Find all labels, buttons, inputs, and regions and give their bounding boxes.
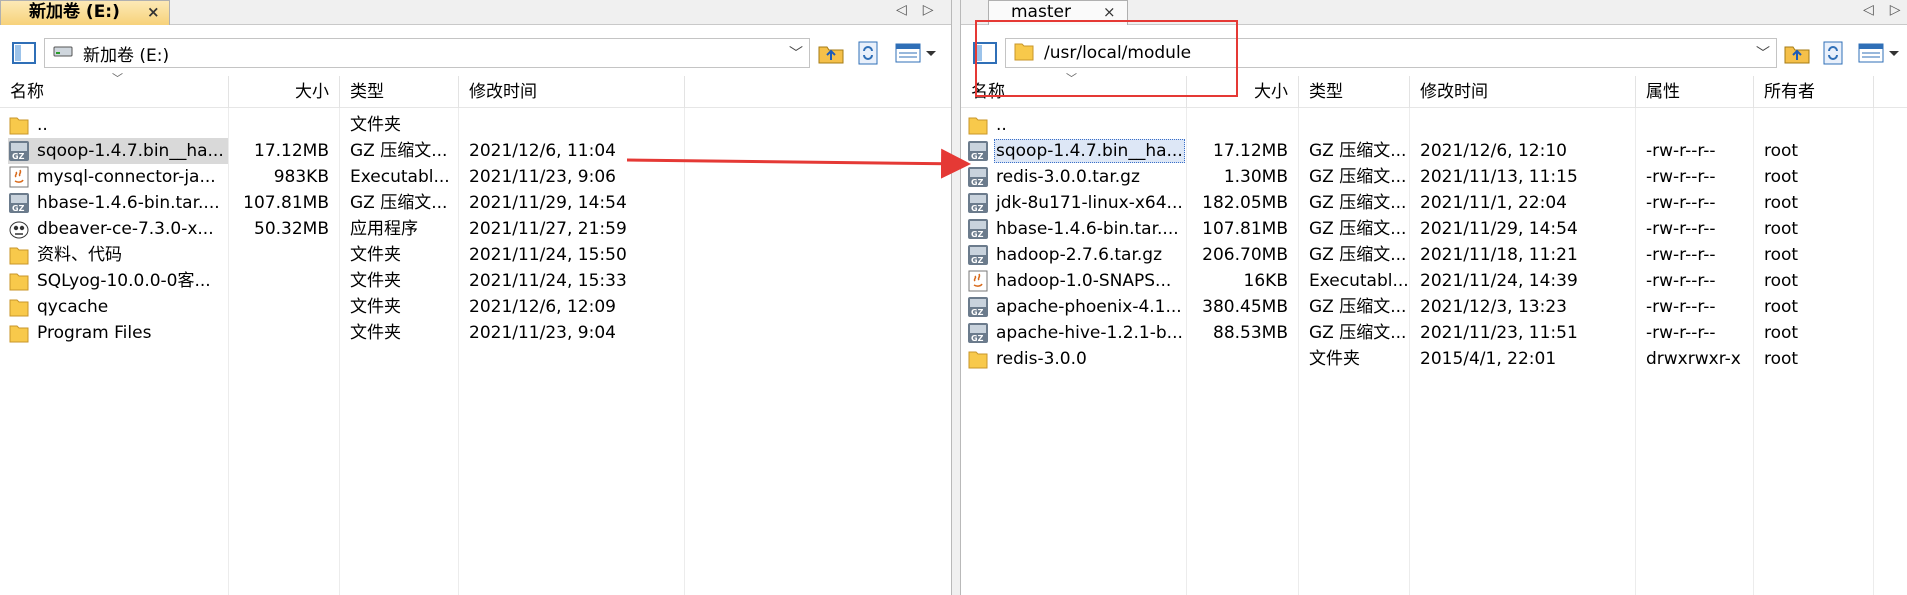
annotation-arrow: [626, 148, 971, 179]
